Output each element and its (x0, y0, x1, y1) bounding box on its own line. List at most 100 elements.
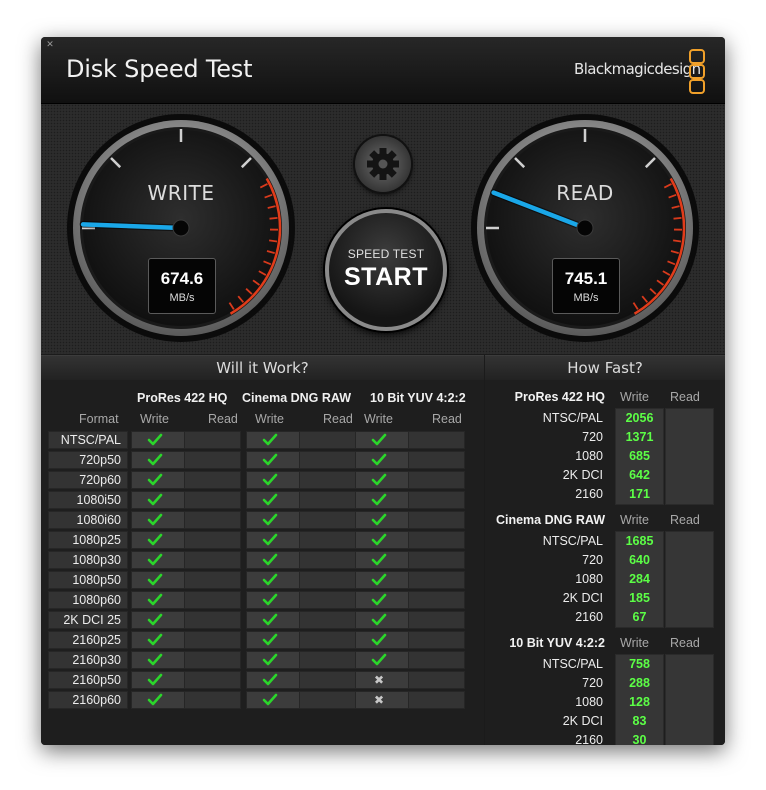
read-result-cell (299, 451, 356, 469)
read-result-cell (299, 531, 356, 549)
format-group-header: 10 Bit YUV 4:2:2 (370, 391, 466, 405)
read-result-cell (184, 651, 241, 669)
write-fps-value: 642 (629, 468, 650, 482)
checkmark-icon (371, 613, 387, 626)
resolution-label: 2160 (575, 610, 603, 624)
gauge-area: WRITE 674.6 MB/s SPEED TEST START READ 7… (41, 104, 725, 354)
write-unit: MB/s (169, 292, 195, 304)
read-column-header: Read (208, 412, 238, 426)
cross-icon: ✖ (373, 673, 385, 687)
write-column-header: Write (620, 390, 649, 404)
read-result-cell (408, 671, 465, 689)
resolution-label: 2160 (575, 487, 603, 501)
checkmark-icon (147, 533, 163, 546)
gauge-hub (172, 219, 190, 237)
gear-icon (367, 148, 399, 180)
read-column-header: Read (670, 513, 700, 527)
read-result-cell (184, 511, 241, 529)
read-result-cell (408, 651, 465, 669)
read-result-cell (184, 471, 241, 489)
format-group-header: Cinema DNG RAW (242, 391, 352, 405)
read-result-cell (184, 451, 241, 469)
checkmark-icon (147, 553, 163, 566)
write-fps-value: 284 (629, 572, 650, 586)
format-label: 1080p30 (72, 553, 121, 567)
checkmark-icon (371, 493, 387, 506)
checkmark-icon (262, 653, 278, 666)
read-result-cell (184, 431, 241, 449)
checkmark-icon (371, 573, 387, 586)
resolution-label: 720 (582, 553, 603, 567)
start-button[interactable]: SPEED TEST START (325, 209, 447, 331)
read-result-cell (408, 491, 465, 509)
read-result-cell (184, 611, 241, 629)
how-fast-panel: ProRes 422 HQ Write Read NTSC/PAL 2056 720 137… (485, 380, 725, 745)
resolution-label: 2K DCI (562, 591, 603, 605)
write-fps-value: 171 (629, 487, 650, 501)
resolution-label: NTSC/PAL (542, 534, 603, 548)
checkmark-icon (371, 513, 387, 526)
checkmark-icon (371, 473, 387, 486)
checkmark-icon (371, 533, 387, 546)
write-fps-value: 2056 (625, 411, 654, 425)
read-result-cell (184, 631, 241, 649)
gauge-redline-tick (673, 216, 682, 220)
resolution-label: 720 (582, 430, 603, 444)
read-result-cell (184, 691, 241, 709)
read-column-header: Read (432, 412, 462, 426)
checkmark-icon (262, 633, 278, 646)
read-result-cell (184, 531, 241, 549)
read-result-cell (408, 471, 465, 489)
checkmark-icon (262, 673, 278, 686)
checkmark-icon (371, 593, 387, 606)
format-group-header: Cinema DNG RAW (495, 513, 605, 527)
checkmark-icon (147, 633, 163, 646)
resolution-label: 2K DCI (562, 468, 603, 482)
read-result-cell (299, 431, 356, 449)
read-result-cell (299, 611, 356, 629)
how-fast-header: How Fast? (485, 355, 725, 381)
write-fps-value: 67 (632, 610, 647, 624)
read-result-cell (299, 651, 356, 669)
format-label: 720p60 (79, 473, 121, 487)
format-group-header: ProRes 422 HQ (514, 390, 605, 404)
format-label: 1080i50 (76, 493, 122, 507)
write-column-header: Write (255, 412, 284, 426)
read-column-header: Read (670, 390, 700, 404)
brand-name: Blackmagicdesign (574, 60, 701, 78)
write-gauge: WRITE 674.6 MB/s (66, 113, 296, 343)
read-result-cell (184, 491, 241, 509)
write-value: 674.6 (160, 269, 204, 288)
read-result-cell (299, 511, 356, 529)
write-readout: 674.6 MB/s (148, 258, 216, 314)
gauge-redline-tick (269, 239, 278, 243)
read-result-cell (408, 531, 465, 549)
format-label: 2160p60 (72, 693, 121, 707)
read-result-cell (184, 591, 241, 609)
read-readout: 745.1 MB/s (552, 258, 620, 314)
read-result-cell (408, 551, 465, 569)
read-column-header: Read (323, 412, 353, 426)
brand-logo-icon (689, 49, 705, 94)
format-label: 1080p60 (72, 593, 121, 607)
app-window: ✕ Disk Speed Test Blackmagicdesign WRITE… (41, 37, 725, 745)
cross-icon: ✖ (373, 693, 385, 707)
close-icon[interactable]: ✕ (45, 40, 55, 50)
checkmark-icon (262, 533, 278, 546)
format-label: 720p50 (79, 453, 121, 467)
read-result-cell (299, 471, 356, 489)
read-value: 745.1 (564, 269, 608, 288)
read-values-box (665, 408, 714, 505)
checkmark-icon (262, 593, 278, 606)
write-fps-value: 128 (629, 695, 650, 709)
checkmark-icon (371, 433, 387, 446)
checkmark-icon (147, 473, 163, 486)
format-label: 2160p25 (72, 633, 121, 647)
write-fps-value: 1371 (625, 430, 654, 444)
read-values-box (665, 654, 714, 745)
read-result-cell (184, 571, 241, 589)
settings-button[interactable] (355, 136, 411, 192)
read-unit: MB/s (573, 292, 599, 304)
resolution-label: 2160 (575, 733, 603, 745)
resolution-label: 1080 (575, 449, 603, 463)
